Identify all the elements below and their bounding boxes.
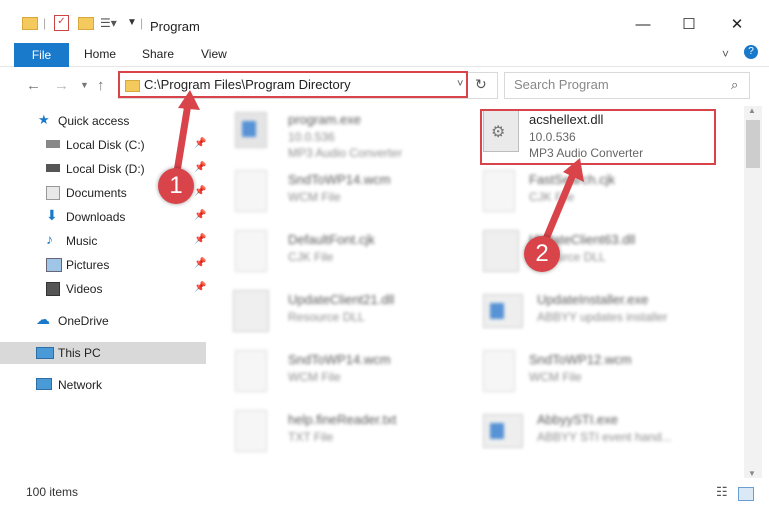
close-button[interactable]: ✕ bbox=[714, 10, 760, 40]
pc-icon bbox=[36, 347, 54, 359]
pin-icon[interactable]: 📌 bbox=[194, 282, 206, 293]
large-icons-view-icon[interactable] bbox=[738, 487, 754, 501]
divider: | bbox=[140, 16, 144, 30]
up-icon[interactable]: ↑ bbox=[97, 77, 105, 94]
sidebar-item-network[interactable]: Network bbox=[20, 374, 206, 396]
maximize-button[interactable]: ☐ bbox=[666, 10, 712, 40]
item-count: 100 items bbox=[26, 485, 79, 499]
tab-view[interactable]: View bbox=[201, 47, 227, 61]
file-icon bbox=[483, 170, 515, 212]
sidebar-item-pictures[interactable]: Pictures 📌 bbox=[20, 254, 206, 276]
file-item[interactable]: SndToWP14.wcm WCM File bbox=[213, 346, 463, 406]
file-item[interactable]: DefaultFont.cjk CJK File bbox=[213, 226, 463, 286]
star-icon: ★ bbox=[38, 112, 50, 127]
dll-file-icon bbox=[233, 290, 269, 332]
sidebar-item-this-pc[interactable]: This PC bbox=[0, 342, 206, 364]
vertical-scrollbar[interactable]: ▲ ▼ bbox=[744, 106, 762, 478]
exe-file-icon bbox=[483, 414, 523, 448]
tab-share[interactable]: Share bbox=[142, 47, 174, 61]
file-item[interactable]: UpdateClient21.dll Resource DLL bbox=[213, 286, 463, 346]
dll-file-icon bbox=[483, 230, 519, 272]
window-title: Program bbox=[150, 19, 200, 34]
dropdown-icon[interactable]: ▼ bbox=[127, 17, 137, 28]
refresh-icon[interactable]: ↻ bbox=[475, 76, 487, 93]
file-icon bbox=[235, 170, 267, 212]
divider: | bbox=[43, 16, 47, 30]
file-item[interactable]: AbbyySTI.exe ABBYY STI event hand... bbox=[483, 406, 733, 466]
title-bar: | ✓ ☰▾ ▼ | Program — ☐ ✕ bbox=[0, 0, 769, 40]
sidebar-item-local-disk-c[interactable]: Local Disk (C:) 📌 bbox=[20, 134, 206, 156]
scroll-down-icon[interactable]: ▼ bbox=[748, 469, 756, 478]
file-icon bbox=[235, 350, 267, 392]
pin-icon[interactable]: 📌 bbox=[194, 138, 206, 149]
step-marker-1: 1 bbox=[158, 168, 194, 204]
file-highlight bbox=[480, 109, 716, 165]
help-icon[interactable]: ? bbox=[744, 45, 758, 59]
file-icon bbox=[235, 230, 267, 272]
pin-icon[interactable]: 📌 bbox=[194, 258, 206, 269]
pictures-icon bbox=[46, 258, 62, 272]
scroll-thumb[interactable] bbox=[746, 120, 760, 168]
step-marker-2: 2 bbox=[524, 236, 560, 272]
download-icon: ⬇ bbox=[46, 207, 58, 223]
drive-icon bbox=[46, 140, 60, 148]
customize-icon[interactable]: ☰▾ bbox=[100, 16, 117, 30]
minimize-button[interactable]: — bbox=[620, 10, 666, 40]
drive-icon bbox=[46, 164, 60, 172]
scroll-up-icon[interactable]: ▲ bbox=[748, 106, 756, 115]
tab-home[interactable]: Home bbox=[84, 47, 116, 61]
file-icon bbox=[483, 350, 515, 392]
address-path[interactable]: C:\Program Files\Program Directory bbox=[144, 77, 351, 92]
recent-dropdown-icon[interactable]: ▼ bbox=[80, 80, 89, 90]
network-icon bbox=[36, 378, 52, 390]
pin-icon[interactable]: 📌 bbox=[194, 210, 206, 221]
forward-icon[interactable]: → bbox=[54, 77, 69, 94]
file-item[interactable]: UpdateClient63.dll Resource DLL bbox=[483, 226, 733, 286]
pin-icon[interactable]: 📌 bbox=[194, 162, 206, 173]
pin-icon[interactable]: 📌 bbox=[194, 234, 206, 245]
search-icon[interactable]: ⌕ bbox=[731, 77, 738, 93]
documents-icon bbox=[46, 186, 60, 200]
expand-ribbon-icon[interactable]: ˅ bbox=[722, 47, 729, 61]
file-item[interactable]: FastSearch.cjk CJK File bbox=[483, 166, 733, 226]
videos-icon bbox=[46, 282, 60, 296]
file-item[interactable]: SndToWP12.wcm WCM File bbox=[483, 346, 733, 406]
file-item[interactable]: SndToWP14.wcm WCM File bbox=[213, 166, 463, 226]
file-item[interactable]: UpdateInstaller.exe ABBYY updates instal… bbox=[483, 286, 733, 346]
sidebar-item-videos[interactable]: Videos 📌 bbox=[20, 278, 206, 300]
sidebar-item-quick-access[interactable]: ★ Quick access bbox=[20, 110, 206, 132]
details-view-icon[interactable]: ☷ bbox=[716, 484, 728, 500]
sidebar-item-downloads[interactable]: ⬇ Downloads 📌 bbox=[20, 206, 206, 228]
navigation-pane: ★ Quick access Local Disk (C:) 📌 Local D… bbox=[0, 106, 207, 478]
ribbon: File Home Share View ˅ ? bbox=[0, 40, 769, 67]
exe-file-icon bbox=[235, 112, 267, 148]
new-folder-icon[interactable] bbox=[78, 17, 94, 30]
file-item[interactable]: program.exe 10.0.536 MP3 Audio Converter bbox=[213, 106, 463, 166]
music-icon: ♪ bbox=[46, 231, 53, 247]
exe-file-icon bbox=[483, 294, 523, 328]
pin-icon[interactable]: 📌 bbox=[194, 186, 206, 197]
sidebar-item-music[interactable]: ♪ Music 📌 bbox=[20, 230, 206, 252]
back-icon[interactable]: ← bbox=[26, 77, 41, 94]
search-input[interactable]: Search Program bbox=[514, 77, 609, 92]
folder-icon bbox=[22, 17, 38, 30]
file-tab[interactable]: File bbox=[14, 43, 69, 67]
properties-icon[interactable]: ✓ bbox=[54, 15, 69, 31]
sidebar-item-onedrive[interactable]: ☁ OneDrive bbox=[20, 310, 206, 332]
file-item[interactable]: help.fineReader.txt TXT File bbox=[213, 406, 463, 466]
file-icon bbox=[235, 410, 267, 452]
cloud-icon: ☁ bbox=[36, 311, 50, 327]
